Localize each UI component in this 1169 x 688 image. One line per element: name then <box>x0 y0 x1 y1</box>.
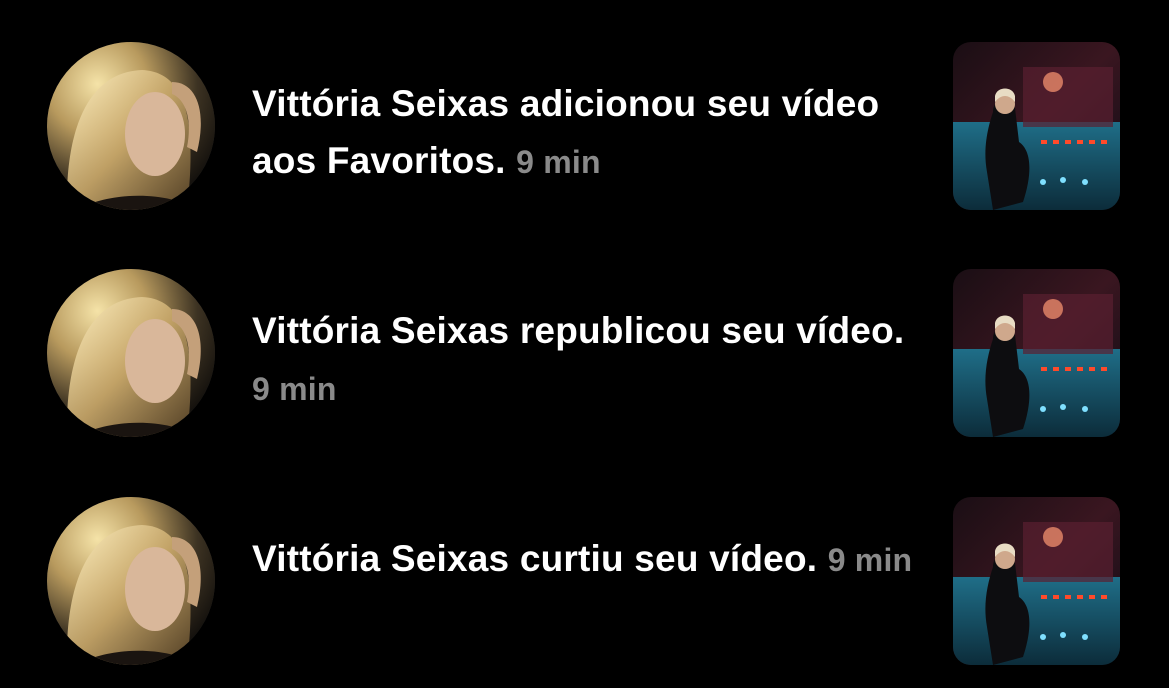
notification-text: Vittória Seixas adicionou seu vídeo aos … <box>252 75 932 191</box>
avatar-image <box>47 42 215 210</box>
notification-text: Vittória Seixas republicou seu vídeo. 9 … <box>252 302 932 418</box>
avatar[interactable] <box>47 42 215 210</box>
notification-message: Vittória Seixas curtiu seu vídeo. <box>252 538 818 579</box>
video-thumbnail[interactable] <box>953 269 1120 437</box>
notification-row[interactable]: Vittória Seixas curtiu seu vídeo. 9 min <box>0 497 1169 667</box>
video-thumbnail-image <box>953 497 1120 665</box>
notification-row[interactable]: Vittória Seixas republicou seu vídeo. 9 … <box>0 269 1169 439</box>
avatar-image <box>47 269 215 437</box>
video-thumbnail[interactable] <box>953 497 1120 665</box>
notification-text: Vittória Seixas curtiu seu vídeo. 9 min <box>252 530 932 589</box>
avatar-image <box>47 497 215 665</box>
video-thumbnail-image <box>953 42 1120 210</box>
video-thumbnail-image <box>953 269 1120 437</box>
avatar[interactable] <box>47 269 215 437</box>
video-thumbnail[interactable] <box>953 42 1120 210</box>
notification-list: Vittória Seixas adicionou seu vídeo aos … <box>0 0 1169 688</box>
notification-time: 9 min <box>516 144 601 180</box>
notification-time: 9 min <box>252 371 337 407</box>
avatar[interactable] <box>47 497 215 665</box>
notification-row[interactable]: Vittória Seixas adicionou seu vídeo aos … <box>0 42 1169 212</box>
notification-message: Vittória Seixas republicou seu vídeo. <box>252 310 905 351</box>
notification-time: 9 min <box>827 542 913 578</box>
